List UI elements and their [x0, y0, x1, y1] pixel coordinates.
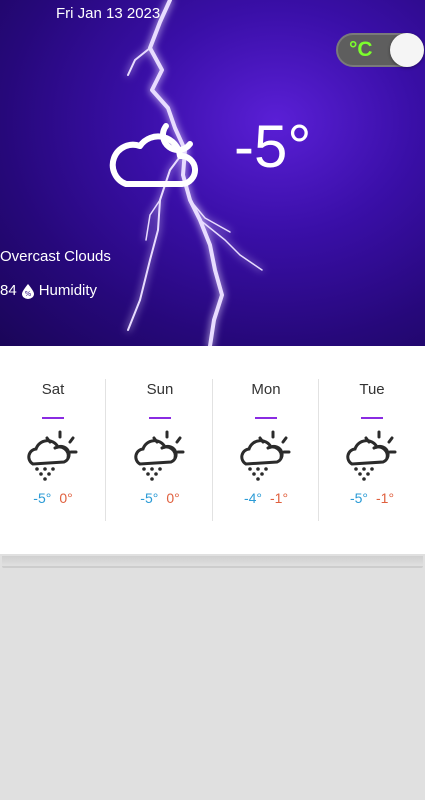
high-temp: -1° [376, 490, 395, 506]
snow-rain-sun-icon [134, 430, 185, 481]
high-temp: -1° [270, 490, 289, 506]
low-temp: -5° [140, 490, 159, 506]
forecast-day-name: Sat [41, 381, 65, 398]
low-temp: -5° [349, 490, 368, 506]
low-temp: -4° [243, 490, 262, 506]
snow-rain-sun-icon [346, 430, 397, 481]
unit-label: °C [349, 38, 373, 61]
snow-rain-sun-icon [27, 430, 78, 481]
forecast-day-name: Tue [359, 381, 385, 398]
humidity-icon: % [21, 283, 34, 299]
forecast-day[interactable]: Sun -5° 0° [107, 379, 213, 521]
humidity-row: 84 % Humidity [0, 282, 97, 299]
divider [105, 379, 106, 521]
high-temp: 0° [166, 490, 180, 506]
forecast-day[interactable]: Mon -4° -1° [213, 379, 319, 521]
humidity-label: Humidity [38, 282, 98, 299]
forecast-list: Sat -5° 0° Sun -5° 0° Mon -4° -1° Tue -5… [0, 379, 425, 521]
unit-toggle[interactable]: °C [336, 33, 424, 67]
forecast-temps: -5° 0° [107, 490, 213, 506]
toggle-knob[interactable] [390, 33, 424, 67]
forecast-day[interactable]: Tue -5° -1° [319, 379, 425, 521]
forecast-temps: -5° 0° [0, 490, 106, 506]
card-shadow [2, 556, 423, 568]
day-indicator [42, 417, 64, 419]
forecast-temps: -5° -1° [319, 490, 425, 506]
cloud-moon-icon [109, 123, 199, 187]
snow-rain-sun-icon [240, 430, 291, 481]
low-temp: -5° [33, 490, 52, 506]
forecast-temps: -4° -1° [213, 490, 319, 506]
weather-hero: Fri Jan 13 2023 °C -5° Overcast Clouds 8… [0, 0, 425, 346]
day-indicator [361, 417, 383, 419]
high-temp: 0° [59, 490, 73, 506]
humidity-value: 84 [0, 282, 17, 299]
svg-text:%: % [24, 290, 31, 298]
day-indicator [255, 417, 277, 419]
current-temperature: -5° [234, 113, 312, 180]
weather-condition: Overcast Clouds [0, 248, 111, 265]
day-indicator [149, 417, 171, 419]
forecast-day-name: Mon [251, 381, 281, 398]
current-date: Fri Jan 13 2023 [56, 5, 161, 22]
forecast-day-name: Sun [146, 381, 174, 398]
forecast-day[interactable]: Sat -5° 0° [0, 379, 106, 521]
